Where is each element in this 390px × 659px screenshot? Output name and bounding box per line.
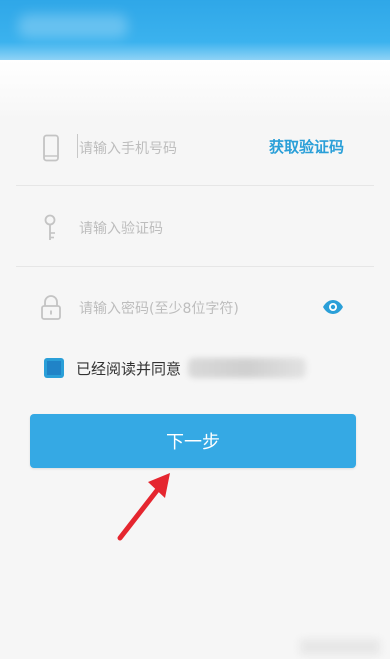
agreement-row: 已经阅读并同意 xyxy=(44,356,181,380)
header-fade xyxy=(0,60,390,120)
phone-icon xyxy=(36,134,66,162)
eye-icon[interactable] xyxy=(322,296,344,318)
divider xyxy=(16,185,374,186)
code-input[interactable]: 请输入验证码 xyxy=(79,218,163,238)
password-input[interactable]: 请输入密码(至少8位字符) xyxy=(79,298,239,318)
phone-row[interactable]: 请输入手机号码 获取验证码 xyxy=(0,116,390,178)
blurred-watermark xyxy=(300,639,380,655)
red-arrow-annotation xyxy=(117,473,170,541)
password-row[interactable]: 请输入密码(至少8位字符) xyxy=(0,276,390,338)
blurred-header-title xyxy=(18,14,128,38)
text-cursor xyxy=(77,134,78,158)
next-button[interactable]: 下一步 xyxy=(30,414,356,468)
agreement-text: 已经阅读并同意 xyxy=(76,359,182,378)
divider xyxy=(16,266,374,267)
code-row[interactable]: 请输入验证码 xyxy=(0,196,390,258)
agreement-checkbox[interactable] xyxy=(44,358,64,378)
phone-input[interactable]: 请输入手机号码 xyxy=(79,138,177,158)
get-code-button[interactable]: 获取验证码 xyxy=(269,136,344,157)
app-header xyxy=(0,0,390,60)
lock-icon xyxy=(36,294,66,322)
blurred-agreement-link[interactable] xyxy=(188,358,306,378)
key-icon xyxy=(36,214,66,242)
